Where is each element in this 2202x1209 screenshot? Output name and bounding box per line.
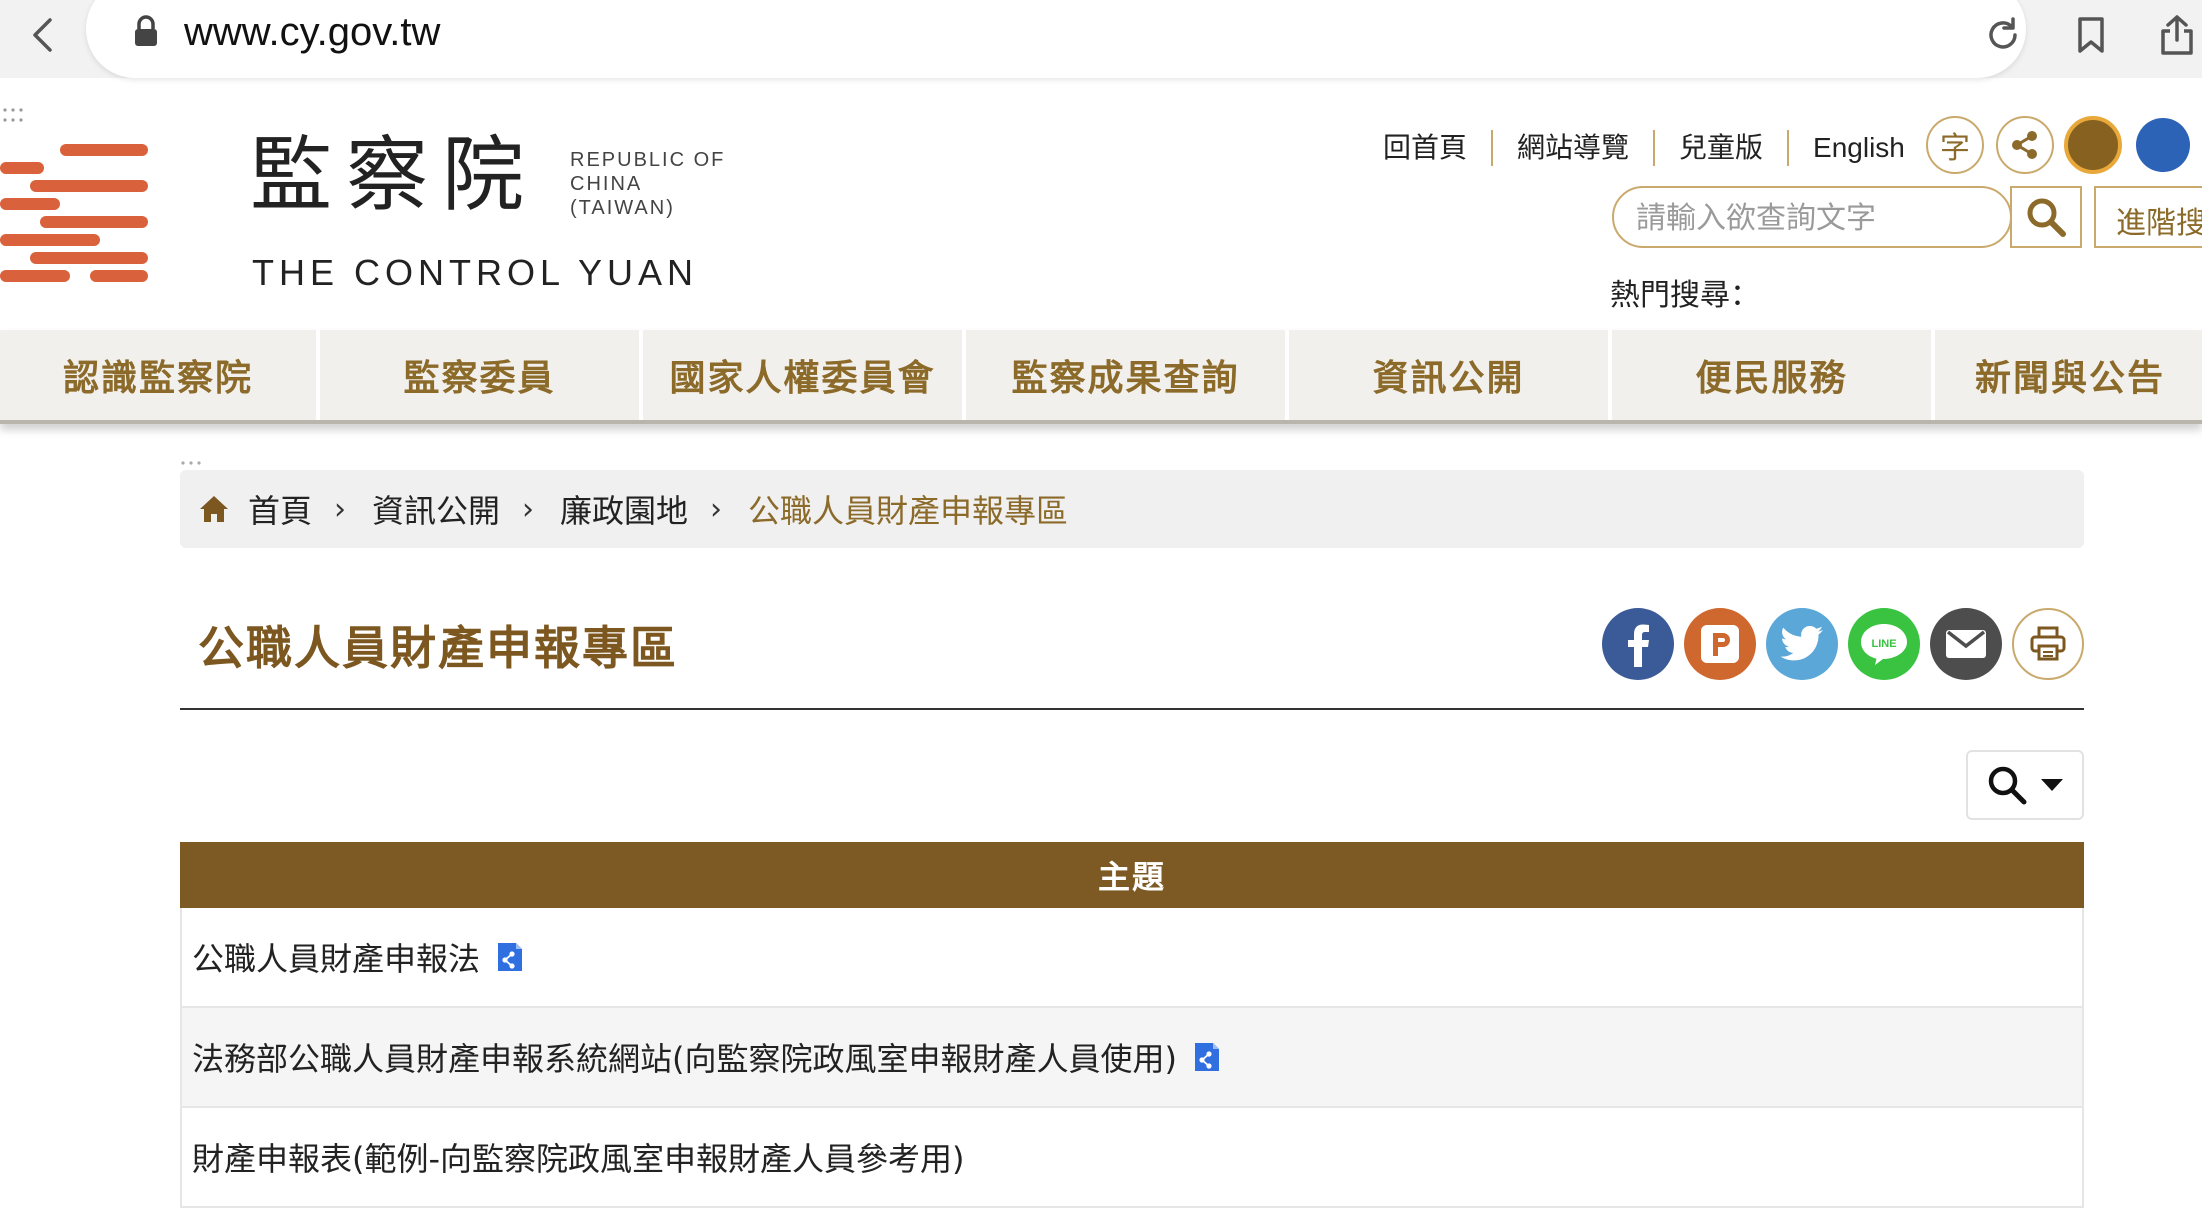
search-input[interactable]	[1636, 196, 1986, 240]
nav-item-results[interactable]: 監察成果查詢	[966, 330, 1289, 420]
top-link-sitemap[interactable]: 網站導覽	[1493, 130, 1656, 166]
page-title: 公職人員財產申報專區	[198, 621, 678, 675]
reload-icon[interactable]	[1978, 10, 2028, 60]
advanced-search-button[interactable]: 進階搜	[2094, 186, 2202, 248]
control-yuan-logo-icon[interactable]	[0, 140, 152, 290]
file-link-icon	[498, 943, 523, 971]
logo-english-name: THE CONTROL YUAN	[252, 252, 699, 293]
bookmark-icon[interactable]	[2066, 10, 2116, 60]
twitter-share-button[interactable]	[1766, 608, 1838, 680]
theme-brown-button[interactable]	[2064, 116, 2122, 174]
nav-item-news[interactable]: 新聞與公告	[1935, 330, 2195, 420]
share-icon	[2012, 131, 2037, 159]
top-link-english[interactable]: English	[1789, 130, 1929, 166]
search-button[interactable]	[2010, 186, 2082, 248]
accesskey-dots-icon[interactable]	[180, 458, 204, 468]
site-search	[1612, 186, 2012, 248]
print-button[interactable]	[2012, 608, 2084, 680]
breadcrumb-separator: ›	[710, 491, 723, 527]
table-row-link[interactable]: 公職人員財產申報法	[192, 934, 480, 980]
accesskey-dots-icon[interactable]	[2, 106, 26, 130]
file-link-icon	[1194, 1043, 1219, 1071]
url-text[interactable]: www.cy.gov.tw	[184, 8, 440, 56]
breadcrumb-integrity[interactable]: 廉政園地	[560, 486, 688, 532]
line-icon: LINE	[1861, 624, 1907, 665]
facebook-share-button[interactable]	[1602, 608, 1674, 680]
print-icon	[2030, 626, 2066, 661]
home-icon[interactable]	[198, 494, 230, 524]
share-button[interactable]	[1996, 116, 2054, 174]
nav-item-services[interactable]: 便民服務	[1612, 330, 1935, 420]
table-row[interactable]: 法務部公職人員財產申報系統網站(向監察院政風室申報財產人員使用)	[180, 1008, 2084, 1108]
logo-chinese-name: 監察院	[250, 128, 539, 223]
plurk-icon	[1701, 625, 1739, 663]
top-links: 回首頁 網站導覽 兒童版 English	[1366, 128, 1929, 168]
nav-item-about[interactable]: 認識監察院	[0, 330, 320, 420]
caret-down-icon	[2041, 779, 2063, 791]
theme-blue-button[interactable]	[2136, 118, 2190, 172]
hot-search-label: 熱門搜尋：	[1610, 278, 1760, 313]
back-icon[interactable]	[22, 10, 62, 60]
breadcrumb: 首頁 › 資訊公開 › 廉政園地 › 公職人員財產申報專區	[180, 470, 2084, 548]
lock-icon	[132, 14, 160, 48]
table-row[interactable]: 財產申報表(範例-向監察院政風室申報財產人員參考用)	[180, 1108, 2084, 1208]
share-page-icon[interactable]	[2152, 10, 2202, 60]
email-share-button[interactable]	[1930, 608, 2002, 680]
table-search-toggle[interactable]	[1966, 750, 2084, 820]
line-share-button[interactable]: LINE	[1848, 608, 1920, 680]
nav-item-info-disclosure[interactable]: 資訊公開	[1289, 330, 1612, 420]
top-link-home[interactable]: 回首頁	[1366, 130, 1494, 166]
main-nav: 認識監察院 監察委員 國家人權委員會 監察成果查詢 資訊公開 便民服務 新聞與公…	[0, 330, 2202, 424]
table-header: 主題	[180, 842, 2084, 908]
font-size-label: 字	[1940, 131, 1970, 166]
table-row[interactable]: 公職人員財產申報法	[180, 908, 2084, 1008]
logo-roc-text: REPUBLIC OF CHINA (TAIWAN)	[570, 149, 726, 219]
breadcrumb-separator: ›	[334, 491, 347, 527]
search-icon	[1988, 766, 2027, 805]
breadcrumb-home[interactable]: 首頁	[248, 486, 312, 532]
breadcrumb-info-disclosure[interactable]: 資訊公開	[372, 486, 500, 532]
email-icon	[1946, 630, 1986, 658]
facebook-icon	[1628, 624, 1649, 667]
twitter-icon	[1780, 626, 1823, 661]
breadcrumb-current: 公職人員財產申報專區	[748, 492, 1069, 530]
browser-toolbar: www.cy.gov.tw	[0, 0, 2202, 78]
breadcrumb-separator: ›	[522, 491, 535, 527]
font-size-button[interactable]: 字	[1926, 116, 1984, 174]
nav-item-human-rights[interactable]: 國家人權委員會	[643, 330, 966, 420]
topic-table: 主題 公職人員財產申報法 法務部公職人員財產申報系統網站(向監察院政風室申報財產…	[180, 842, 2084, 1208]
title-divider	[180, 708, 2084, 710]
table-row-link[interactable]: 法務部公職人員財產申報系統網站(向監察院政風室申報財產人員使用)	[192, 1034, 1177, 1080]
search-icon	[2027, 198, 2066, 237]
line-icon-label: LINE	[1871, 638, 1896, 650]
table-row-link[interactable]: 財產申報表(範例-向監察院政風室申報財產人員參考用)	[192, 1134, 965, 1180]
nav-item-members[interactable]: 監察委員	[320, 330, 643, 420]
plurk-share-button[interactable]	[1684, 608, 1756, 680]
top-link-kids[interactable]: 兒童版	[1655, 130, 1790, 166]
